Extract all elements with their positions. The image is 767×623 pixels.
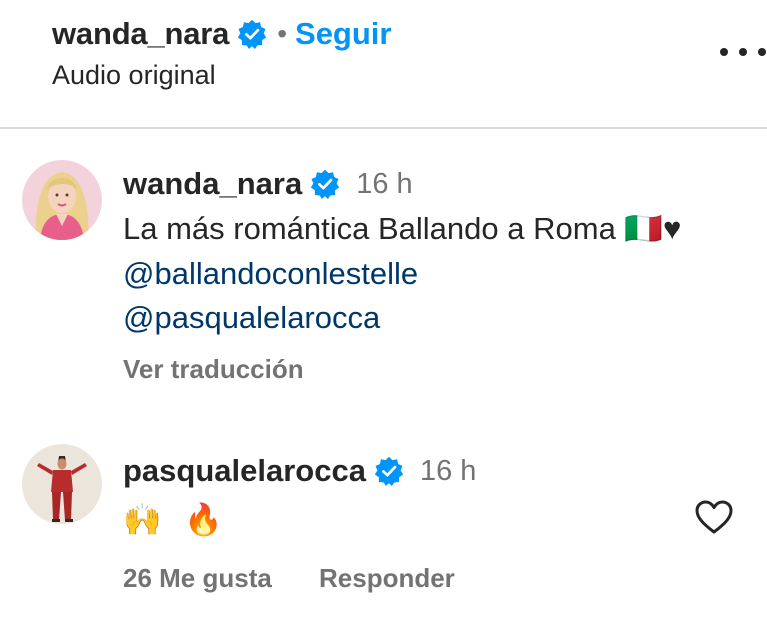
comment-time[interactable]: 16 h: [420, 455, 476, 488]
like-heart-icon[interactable]: [694, 498, 734, 536]
more-dot: [758, 48, 766, 56]
comment-emojis: 🙌 🔥: [123, 498, 237, 540]
post-header: wanda_nara • Seguir Audio original: [0, 0, 767, 128]
comment-username[interactable]: wanda_nara: [123, 166, 302, 202]
see-translation-button[interactable]: Ver traducción: [123, 354, 304, 385]
raised-hands-emoji: 🙌: [123, 501, 162, 537]
reply-button[interactable]: Responder: [319, 563, 455, 594]
comment-header: wanda_nara 16 h: [123, 164, 413, 204]
header-username[interactable]: wanda_nara: [52, 16, 229, 52]
avatar-pasquale[interactable]: [22, 444, 102, 524]
comment-header: pasqualelarocca 16 h: [123, 451, 476, 491]
comment-text: La más romántica Ballando a Roma 🇮🇹♥: [123, 211, 682, 246]
header-row: wanda_nara • Seguir: [52, 14, 391, 54]
verified-badge-icon: [238, 19, 267, 49]
avatar-image: [22, 160, 102, 240]
fire-emoji: 🔥: [184, 501, 223, 537]
avatar-wanda[interactable]: [22, 160, 102, 240]
audio-label[interactable]: Audio original: [52, 60, 216, 91]
header-divider: [0, 127, 767, 129]
more-dot: [720, 48, 728, 56]
verified-badge-icon: [311, 169, 340, 199]
comment-time[interactable]: 16 h: [356, 168, 412, 201]
likes-count-button[interactable]: 26 Me gusta: [123, 563, 272, 594]
comment-username[interactable]: pasqualelarocca: [123, 453, 366, 489]
avatar-image: [22, 444, 102, 524]
more-options-icon[interactable]: [720, 40, 766, 64]
mention-link[interactable]: @ballandoconlestelle: [123, 254, 418, 294]
verified-badge-icon: [374, 456, 404, 486]
more-dot: [739, 48, 747, 56]
follow-button[interactable]: Seguir: [295, 16, 391, 52]
separator-dot: •: [277, 18, 288, 49]
mention-link[interactable]: @pasqualelarocca: [123, 298, 380, 338]
